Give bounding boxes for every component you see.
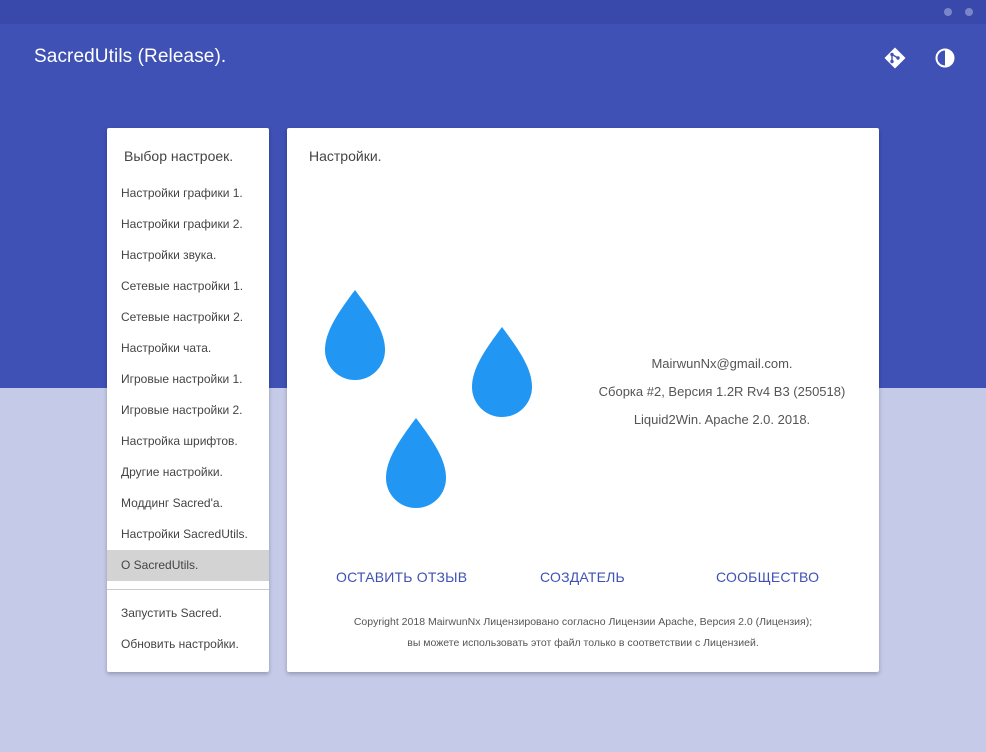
creator-link[interactable]: СОЗДАТЕЛЬ bbox=[540, 569, 625, 585]
app-window: SacredUtils (Release). Выбор настроек. Н… bbox=[0, 0, 986, 752]
about-info: MairwunNx@gmail.com. Сборка #2, Версия 1… bbox=[557, 350, 887, 434]
copyright-notice: Copyright 2018 MairwunNx Лицензировано с… bbox=[287, 612, 879, 654]
refresh-settings-button[interactable]: Обновить настройки. bbox=[107, 629, 269, 660]
launch-sacred-button[interactable]: Запустить Sacred. bbox=[107, 598, 269, 629]
sidebar-divider bbox=[107, 589, 269, 590]
sidebar-item-sacredutils-settings[interactable]: Настройки SacredUtils. bbox=[107, 519, 269, 550]
git-icon[interactable] bbox=[883, 46, 907, 70]
main-panel: Настройки. MairwunNx@gmail.com. Сборка #… bbox=[287, 128, 879, 672]
copyright-line-2: вы можете использовать этот файл только … bbox=[407, 637, 759, 649]
settings-menu: Настройки графики 1. Настройки графики 2… bbox=[107, 178, 269, 581]
sidebar-item-sound[interactable]: Настройки звука. bbox=[107, 240, 269, 271]
sidebar-item-graphics-1[interactable]: Настройки графики 1. bbox=[107, 178, 269, 209]
settings-sidebar: Выбор настроек. Настройки графики 1. Нас… bbox=[107, 128, 269, 672]
sidebar-item-chat[interactable]: Настройки чата. bbox=[107, 333, 269, 364]
feedback-link[interactable]: ОСТАВИТЬ ОТЗЫВ bbox=[336, 569, 467, 585]
copyright-line-1: Copyright 2018 MairwunNx Лицензировано с… bbox=[353, 616, 813, 628]
minimize-dot-icon[interactable] bbox=[944, 8, 952, 16]
contact-email: MairwunNx@gmail.com. bbox=[651, 356, 793, 371]
community-link[interactable]: СООБЩЕСТВО bbox=[716, 569, 819, 585]
sidebar-title: Выбор настроек. bbox=[124, 148, 234, 164]
sidebar-item-network-1[interactable]: Сетевые настройки 1. bbox=[107, 271, 269, 302]
contrast-icon[interactable] bbox=[933, 46, 957, 70]
sidebar-item-graphics-2[interactable]: Настройки графики 2. bbox=[107, 209, 269, 240]
sidebar-item-game-2[interactable]: Игровые настройки 2. bbox=[107, 395, 269, 426]
sidebar-item-modding[interactable]: Моддинг Sacred'a. bbox=[107, 488, 269, 519]
window-titlebar[interactable] bbox=[0, 0, 986, 24]
sidebar-item-other[interactable]: Другие настройки. bbox=[107, 457, 269, 488]
drop-icon bbox=[472, 327, 532, 417]
app-title: SacredUtils (Release). bbox=[34, 46, 227, 67]
sidebar-item-network-2[interactable]: Сетевые настройки 2. bbox=[107, 302, 269, 333]
sidebar-item-game-1[interactable]: Игровые настройки 1. bbox=[107, 364, 269, 395]
build-version: Сборка #2, Версия 1.2R Rv4 B3 (250518) bbox=[598, 384, 846, 399]
sidebar-actions: Запустить Sacred. Обновить настройки. bbox=[107, 598, 269, 660]
close-dot-icon[interactable] bbox=[965, 8, 973, 16]
drop-icon bbox=[386, 418, 446, 508]
license-text: Liquid2Win. Apache 2.0. 2018. bbox=[633, 412, 811, 427]
sidebar-item-fonts[interactable]: Настройка шрифтов. bbox=[107, 426, 269, 457]
sidebar-item-about[interactable]: O SacredUtils. bbox=[107, 550, 269, 581]
drop-icon bbox=[325, 290, 385, 380]
